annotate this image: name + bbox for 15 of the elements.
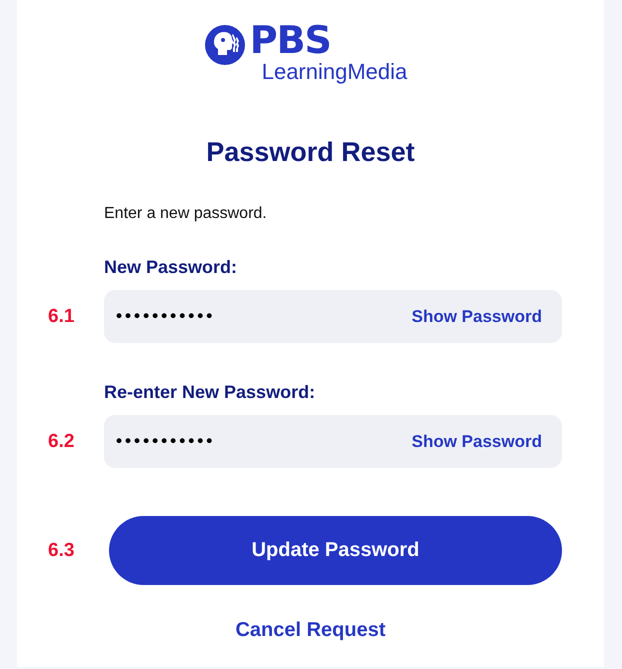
- step-marker: 6.3: [47, 540, 74, 562]
- instructions-text: Enter a new password.: [104, 204, 268, 224]
- step-marker: 6.1: [47, 306, 74, 328]
- page-title: Password Reset: [205, 136, 416, 168]
- password-field[interactable]: ••••••••••• Show Password: [104, 290, 562, 343]
- step-marker: 6.2: [47, 430, 74, 452]
- update-password-button[interactable]: Update Password: [109, 516, 562, 585]
- field-label: New Password:: [104, 256, 238, 278]
- logo-wordmark: PBS: [250, 20, 331, 60]
- show-password-button[interactable]: Show Password: [412, 432, 542, 452]
- logo-subtitle: LearningMedia: [262, 60, 408, 84]
- password-field[interactable]: ••••••••••• Show Password: [104, 415, 562, 468]
- cancel-request-link[interactable]: Cancel Request: [235, 618, 386, 642]
- field-label: Re-enter New Password:: [104, 381, 316, 403]
- show-password-button[interactable]: Show Password: [412, 306, 542, 326]
